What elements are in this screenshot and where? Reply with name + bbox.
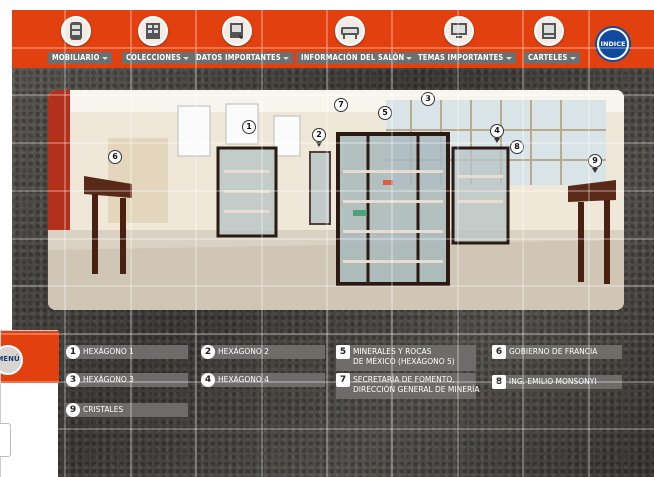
photo-marker-7[interactable]: 7 <box>334 98 348 112</box>
legend-label: SECRETARÍA DE FOMENTO, DIRECCIÓN GENERAL … <box>353 375 480 394</box>
collection-icon <box>138 16 168 46</box>
photo-marker-4[interactable]: 4 <box>490 124 504 138</box>
legend-item-4[interactable]: 4 HEXÁGONO 4 <box>201 373 325 387</box>
legend-item-1[interactable]: 1 HEXÁGONO 1 <box>66 345 188 359</box>
legend-item-6[interactable]: 6 GOBIERNO DE FRANCIA <box>492 345 622 359</box>
photo-marker-5[interactable]: 5 <box>378 106 392 120</box>
side-menu-panel: MENÚ <box>0 330 59 477</box>
legend-item-2[interactable]: 2 HEXÁGONO 2 <box>201 345 325 359</box>
nav-label-mobiliario: MOBILIARIO <box>48 52 112 64</box>
legend-number: 2 <box>201 345 215 359</box>
document-icon <box>222 16 252 46</box>
legend-item-7[interactable]: 7 SECRETARÍA DE FOMENTO, DIRECCIÓN GENERA… <box>336 373 480 399</box>
legend-number: 6 <box>492 345 506 359</box>
nav-label-colecciones: COLECCIONES <box>122 52 194 64</box>
nav-item-carteles[interactable]: CARTELES <box>524 10 580 68</box>
photo-pin-9 <box>592 168 598 173</box>
photo-pin-2 <box>316 142 322 147</box>
legend-item-9[interactable]: 9 CRISTALES <box>66 403 188 417</box>
photo-marker-8[interactable]: 8 <box>510 140 524 154</box>
legend-label: HEXÁGONO 3 <box>83 375 134 384</box>
photo-marker-2[interactable]: 2 <box>312 128 326 142</box>
legend-label: CRISTALES <box>83 405 124 414</box>
top-nav-bar: MOBILIARIO COLECCIONES DATOS IMPORTANTES… <box>12 10 654 68</box>
legend-label: HEXÁGONO 4 <box>218 375 269 384</box>
legend-label: HEXÁGONO 1 <box>83 347 134 356</box>
legend-number: 3 <box>66 373 80 387</box>
legend-item-8[interactable]: 8 ING. EMILIO MONSONYI <box>492 375 622 389</box>
monitor-icon <box>444 16 474 46</box>
photo-marker-9[interactable]: 9 <box>588 154 602 168</box>
nav-item-informacion-salon[interactable]: INFORMACIÓN DEL SALÓN <box>297 10 417 68</box>
cabinet-icon <box>61 16 91 46</box>
menu-button[interactable]: MENÚ <box>0 345 23 375</box>
nav-item-temas-importantes[interactable]: TEMAS IMPORTANTES <box>414 10 516 68</box>
nav-item-colecciones[interactable]: COLECCIONES <box>120 10 194 68</box>
photo-pin-4 <box>494 138 500 143</box>
legend-number: 1 <box>66 345 80 359</box>
legend-number: 4 <box>201 373 215 387</box>
legend-label: HEXÁGONO 2 <box>218 347 269 356</box>
legend-number: 5 <box>336 345 350 359</box>
photo-marker-3[interactable]: 3 <box>421 92 435 106</box>
legend-number: 7 <box>336 373 350 387</box>
side-menu-header: MENÚ <box>0 331 59 383</box>
legend-item-5[interactable]: 5 MINERALES Y ROCAS DE MÉXICO (HEXÁGONO 5… <box>336 345 476 371</box>
photo-marker-6[interactable]: 6 <box>108 150 122 164</box>
nav-item-datos-importantes[interactable]: DATOS IMPORTANTES <box>192 10 293 68</box>
legend-number: 9 <box>66 403 80 417</box>
exhibition-room-photo: 1 2 3 4 5 6 7 8 9 <box>48 90 624 310</box>
legend-number: 8 <box>492 375 506 389</box>
nav-label-carteles: CARTELES <box>524 52 580 64</box>
display-case-icon <box>335 16 365 46</box>
nav-label-datos-importantes: DATOS IMPORTANTES <box>192 52 293 64</box>
legend-label: GOBIERNO DE FRANCIA <box>509 347 598 356</box>
main-content: 1 2 3 4 5 6 7 8 9 1 HEXÁGONO 1 2 HEXÁGON… <box>12 68 654 477</box>
photo-marker-1[interactable]: 1 <box>242 120 256 134</box>
nav-label-informacion-salon: INFORMACIÓN DEL SALÓN <box>297 52 417 64</box>
side-menu-field[interactable] <box>0 423 11 457</box>
indice-button[interactable]: INDICE <box>597 28 629 60</box>
poster-icon <box>534 16 564 46</box>
nav-label-temas-importantes: TEMAS IMPORTANTES <box>414 52 516 64</box>
legend-label: MINERALES Y ROCAS DE MÉXICO (HEXÁGONO 5) <box>353 347 455 366</box>
nav-item-mobiliario[interactable]: MOBILIARIO <box>48 10 112 68</box>
legend-item-3[interactable]: 3 HEXÁGONO 3 <box>66 373 188 387</box>
legend-label: ING. EMILIO MONSONYI <box>509 377 597 386</box>
